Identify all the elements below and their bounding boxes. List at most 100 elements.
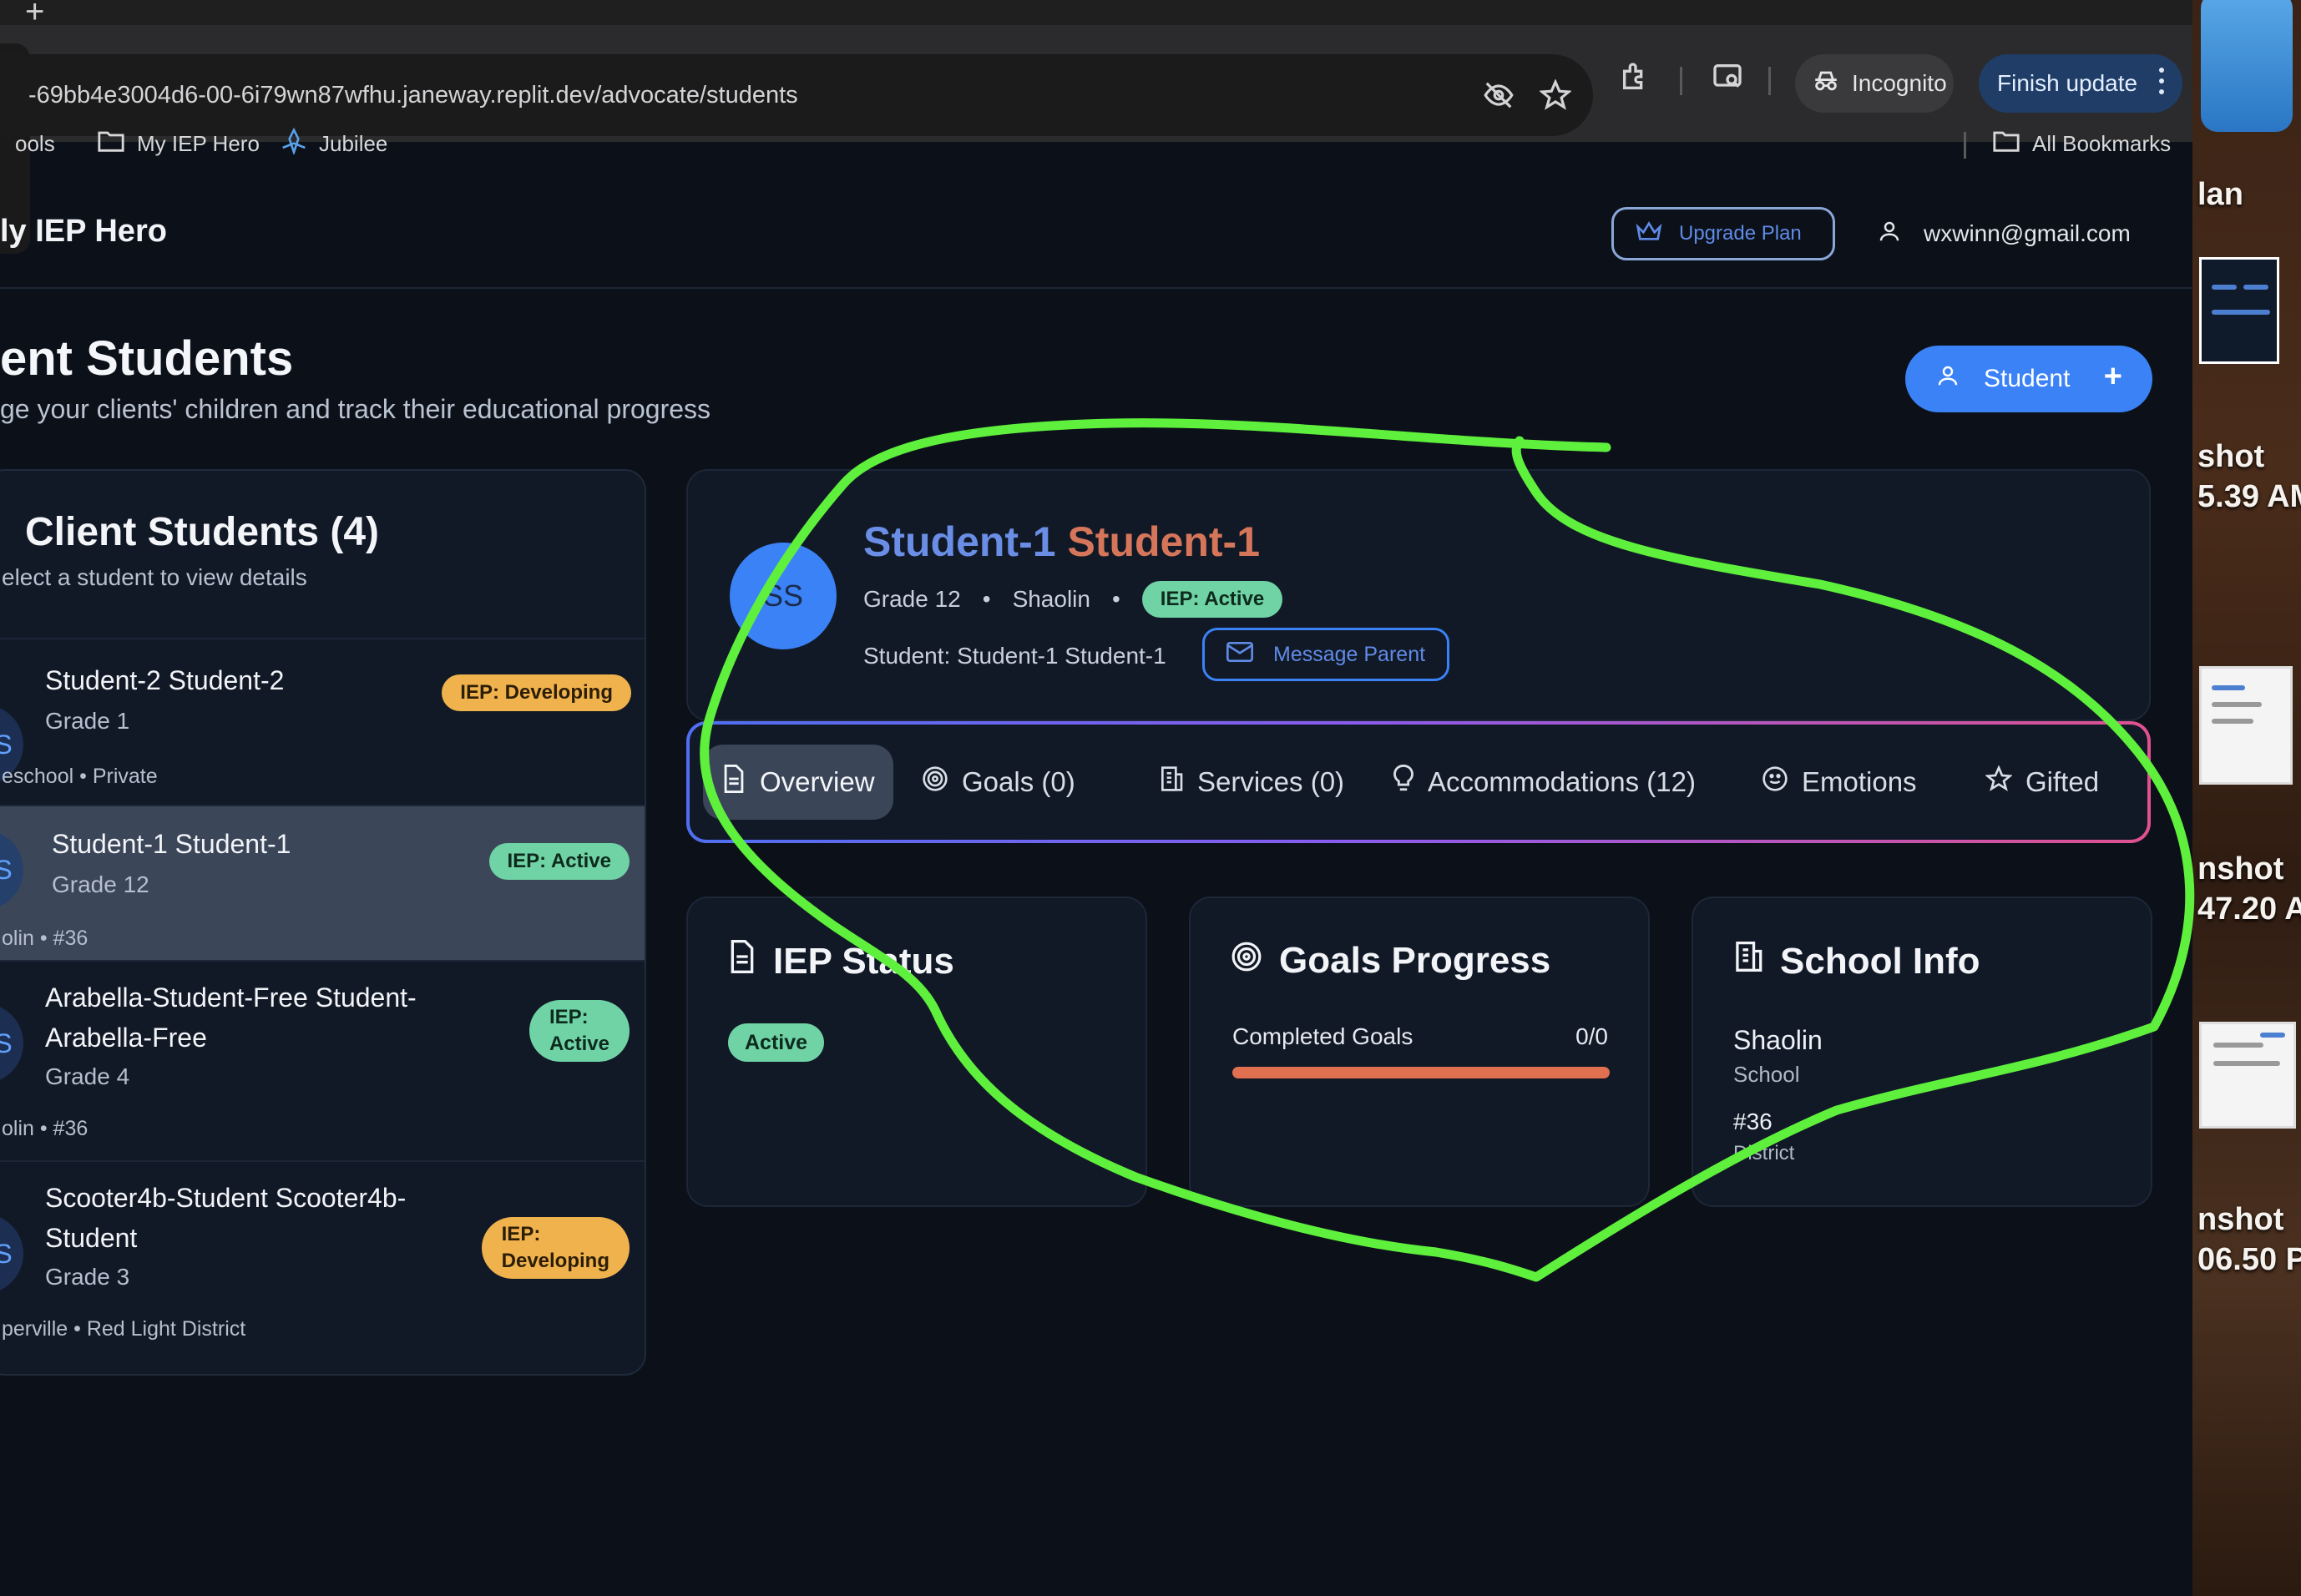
star-icon	[1985, 765, 2013, 799]
crown-icon	[1636, 220, 1662, 249]
lightbulb-icon	[1393, 765, 1414, 800]
desktop-app-icon[interactable]	[2201, 0, 2293, 132]
student-grade: Grade 1	[45, 708, 130, 734]
badge-line: IEP:	[549, 1006, 589, 1028]
bookmarks-bar: ools My IEP Hero Jubilee All Bookmarks	[0, 124, 2192, 182]
finish-update-button[interactable]: Finish update	[1979, 54, 2182, 113]
more-menu-icon[interactable]	[2159, 68, 2164, 94]
student-name-line2: Student	[45, 1223, 138, 1253]
incognito-icon	[1812, 67, 1840, 101]
app-header: ly IEP Hero Upgrade Plan wxwinn@gmail.co…	[0, 182, 2192, 289]
tab-label: Gifted	[2025, 766, 2100, 797]
iep-status-title: IEP Status	[728, 940, 954, 982]
student-meta-row: Grade 12 • Shaolin • IEP: Active	[863, 581, 1283, 618]
student-list-item[interactable]: S Student-2 Student-2 Grade 1 eschool • …	[0, 638, 645, 805]
extensions-icon[interactable]	[1613, 54, 1658, 99]
student-name-line1: Arabella-Student-Free Student-	[45, 982, 417, 1013]
iep-status-badge: IEP: Developing	[481, 1217, 630, 1279]
folder-icon	[97, 129, 125, 159]
all-bookmarks[interactable]: All Bookmarks	[1992, 124, 2171, 164]
student-grade: Grade 3	[45, 1264, 130, 1290]
bookmarks-divider	[1964, 132, 1966, 159]
tab-gifted[interactable]: Gifted	[1967, 745, 2117, 820]
student-meta: eschool • Private	[2, 765, 158, 788]
screenshot-thumbnail[interactable]	[2199, 1022, 2296, 1129]
school-name: Shaolin	[1733, 1025, 1823, 1055]
screenshot-thumbnail[interactable]	[2199, 257, 2279, 364]
detail-tabs-inner: Overview Goals (0) Services (0) Accommod…	[690, 725, 2147, 840]
student-first-name: Student-1	[863, 518, 1056, 565]
badge-line: Active	[549, 1033, 609, 1055]
new-tab-button[interactable]: +	[25, 0, 44, 28]
desktop-file-label: shot	[2197, 439, 2265, 474]
goals-progress-title: Goals Progress	[1231, 940, 1550, 982]
goals-progress-card: Goals Progress Completed Goals 0/0	[1189, 896, 1650, 1207]
tab-emotions[interactable]: Emotions	[1743, 745, 1935, 820]
student-meta: olin • #36	[2, 927, 88, 950]
bookmark-star-icon[interactable]	[1533, 73, 1578, 118]
badge-line: IEP:	[501, 1223, 541, 1245]
message-parent-label: Message Parent	[1273, 642, 1426, 666]
student-school: Shaolin	[1012, 586, 1090, 612]
student-list-item[interactable]: S Scooter4b-Student Scooter4b- Student G…	[0, 1160, 645, 1374]
separator-dot: •	[1111, 586, 1120, 612]
desktop-background: lan shot 5.39 AM nshot 47.20 A nshot 06.…	[2192, 0, 2301, 1596]
mail-icon	[1226, 641, 1253, 669]
bookmark-jubilee[interactable]: Jubilee	[281, 124, 387, 164]
student-grade: Grade 4	[45, 1063, 130, 1089]
tab-goals[interactable]: Goals (0)	[903, 745, 1094, 820]
app-brand[interactable]: ly IEP Hero	[0, 214, 167, 250]
completed-goals-label: Completed Goals	[1232, 1023, 1413, 1049]
tab-overview[interactable]: Overview	[703, 745, 893, 820]
tab-label: Overview	[760, 766, 875, 797]
card-title-text: Goals Progress	[1279, 940, 1551, 981]
client-students-subtitle: elect a student to view details	[2, 564, 307, 590]
folder-icon	[1992, 129, 2020, 159]
school-info-card: School Info Shaolin School #36 District	[1692, 896, 2152, 1207]
client-students-panel: Client Students (4) elect a student to v…	[0, 469, 646, 1376]
tab-label: Goals (0)	[962, 766, 1075, 797]
add-student-button[interactable]: Student +	[1905, 346, 2152, 412]
card-title-text: School Info	[1780, 940, 1980, 982]
separator-dot: •	[982, 586, 991, 612]
student-grade: Grade 12	[863, 586, 961, 612]
student-avatar: S	[0, 830, 23, 910]
tab-services[interactable]: Services (0)	[1140, 745, 1363, 820]
tab-accommodations[interactable]: Accommodations (12)	[1374, 745, 1714, 820]
browser-tab-strip: +	[0, 0, 2192, 28]
document-icon	[721, 765, 746, 800]
plus-icon: +	[2103, 359, 2122, 394]
incognito-indicator[interactable]: Incognito	[1795, 54, 1954, 113]
message-parent-button[interactable]: Message Parent	[1202, 628, 1449, 681]
desktop-file-label: nshot	[2197, 1202, 2284, 1237]
student-grade: Grade 12	[52, 871, 149, 897]
student-list-item-selected[interactable]: S Student-1 Student-1 Grade 12 olin • #3…	[0, 805, 645, 960]
student-header-card: SS Student-1 Student-1 Grade 12 • Shaoli…	[686, 469, 2151, 721]
page-title: ent Students	[0, 331, 294, 386]
reading-mode-icon[interactable]	[1705, 54, 1750, 99]
bookmark-label: ools	[15, 130, 55, 156]
student-list-item[interactable]: S Arabella-Student-Free Student- Arabell…	[0, 960, 645, 1160]
iep-status-badge: IEP: Active	[488, 843, 630, 880]
smile-icon	[1762, 765, 1788, 799]
upgrade-plan-button[interactable]: Upgrade Plan	[1611, 207, 1835, 260]
tab-label: Emotions	[1802, 766, 1917, 797]
student-avatar-large: SS	[730, 543, 837, 649]
detail-tabs: Overview Goals (0) Services (0) Accommod…	[686, 721, 2151, 843]
bookmark-my-iep-hero[interactable]: My IEP Hero	[97, 124, 260, 164]
eye-off-icon[interactable]	[1476, 73, 1521, 118]
bookmark-tools[interactable]: ools	[15, 124, 55, 164]
all-bookmarks-label: All Bookmarks	[2032, 130, 2172, 156]
student-name-line2: Arabella-Free	[45, 1023, 207, 1053]
badge-line: Developing	[501, 1250, 609, 1272]
district-number: #36	[1733, 1109, 1773, 1134]
building-icon	[1159, 765, 1184, 799]
tab-label: Services (0)	[1197, 766, 1345, 797]
screenshot-thumbnail[interactable]	[2199, 666, 2293, 785]
user-menu[interactable]: wxwinn@gmail.com	[1877, 207, 2131, 260]
target-icon	[1231, 940, 1262, 982]
student-last-name: Student-1	[1067, 518, 1260, 565]
desktop-file-label: lan	[2197, 177, 2243, 212]
add-student-label: Student	[1984, 365, 2071, 392]
building-icon	[1733, 940, 1763, 982]
